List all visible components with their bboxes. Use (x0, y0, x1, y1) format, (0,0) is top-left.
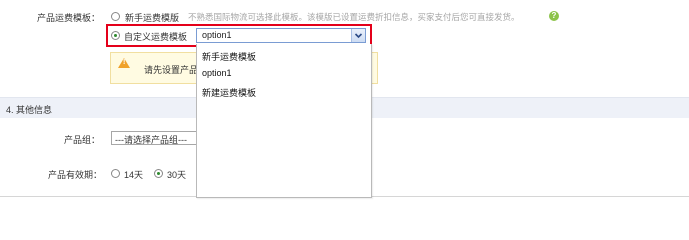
novice-template-option-label[interactable]: 新手运费模版 (125, 11, 179, 24)
help-icon[interactable]: ? (549, 11, 559, 21)
product-group-select[interactable]: ---请选择产品组--- (111, 131, 201, 145)
other-info-section-title: 4. 其他信息 (6, 105, 53, 115)
validity-label: 产品有效期： (48, 170, 103, 180)
chevron-down-icon (354, 33, 363, 39)
shipping-template-label: 产品运费模板： (37, 13, 101, 23)
validity-30-label[interactable]: 30天 (167, 168, 186, 181)
product-group-label: 产品组： (64, 135, 101, 145)
custom-template-option-label[interactable]: 自定义运费模板 (124, 30, 187, 43)
warning-icon: ! (118, 58, 130, 68)
validity-30-radio[interactable] (154, 169, 163, 178)
validity-14-label[interactable]: 14天 (124, 168, 143, 181)
novice-template-hint: 不熟悉国际物流可选择此模板。该模版已设置运费折扣信息，买家支付后您可直接发货。 (188, 12, 520, 22)
template-select-value: option1 (202, 30, 232, 40)
dropdown-option-new[interactable]: 新建运费模板 (202, 86, 256, 99)
template-dropdown-list: 新手运费模板 option1 新建运费模板 (196, 44, 372, 198)
validity-14-radio[interactable] (111, 169, 120, 178)
dropdown-option-option1[interactable]: option1 (202, 68, 232, 78)
custom-template-radio[interactable] (111, 31, 120, 40)
template-select[interactable]: option1 (196, 28, 366, 43)
novice-template-radio[interactable] (111, 12, 120, 21)
dropdown-option-novice[interactable]: 新手运费模板 (202, 50, 256, 63)
warning-text: 请先设置产品 (144, 65, 199, 75)
product-group-placeholder: ---请选择产品组--- (115, 135, 187, 145)
template-select-button[interactable] (351, 29, 365, 42)
